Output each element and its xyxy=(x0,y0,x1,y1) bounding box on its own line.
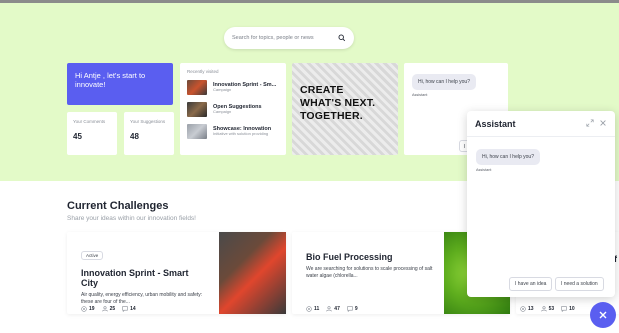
i-have-an-idea-button[interactable]: I have an idea xyxy=(509,277,553,291)
recent-item[interactable]: Open Suggestions Campaign xyxy=(187,101,279,118)
search-input[interactable] xyxy=(232,35,338,41)
members-count: 25 xyxy=(109,306,116,312)
challenge-title: Bio Fuel Processing xyxy=(306,252,393,262)
challenge-image xyxy=(219,232,286,314)
welcome-text: Hi Antje , let's start to innovate! xyxy=(75,71,146,89)
members-count: 53 xyxy=(548,306,555,312)
views-count: 13 xyxy=(528,306,534,312)
comment-icon xyxy=(561,306,567,312)
status-badge: Active xyxy=(81,251,104,260)
comments-count: 9 xyxy=(354,306,358,312)
close-icon xyxy=(598,310,608,320)
recent-thumbnail xyxy=(187,102,207,117)
recent-item[interactable]: Showcase: Innovation Initiative with sol… xyxy=(187,123,279,140)
eye-icon xyxy=(520,306,526,312)
section-subtitle: Share your ideas within our innovation f… xyxy=(67,215,196,222)
views-count: 19 xyxy=(89,306,95,312)
recently-visited-title: Recently visited xyxy=(187,69,219,74)
assistant-sender: Assistant xyxy=(476,168,492,172)
recent-thumbnail xyxy=(187,124,207,139)
expand-icon[interactable] xyxy=(586,119,594,127)
recent-item[interactable]: Innovation Sprint - Sm... Campaign xyxy=(187,79,279,96)
eye-icon xyxy=(306,306,312,312)
search-bar[interactable] xyxy=(224,27,354,49)
assistant-message: Hi, how can I help you? Assistant xyxy=(476,145,540,172)
recent-item-subtitle: Initiative with solution providing xyxy=(213,131,269,137)
create-banner: CREATE WHAT'S NEXT. TOGETHER. xyxy=(292,63,398,155)
suggestions-value: 48 xyxy=(130,131,139,141)
challenge-stats: 19 25 14 xyxy=(81,306,143,312)
comments-label: Your Comments xyxy=(73,119,106,124)
welcome-card: Hi Antje , let's start to innovate! xyxy=(67,63,173,105)
comments-count: 10 xyxy=(569,306,575,312)
comment-icon xyxy=(347,306,353,312)
comments-count: 14 xyxy=(130,306,136,312)
banner-line: CREATE xyxy=(300,84,344,96)
suggestions-label: Your Suggestions xyxy=(130,119,166,124)
banner-line: WHAT'S NEXT. xyxy=(300,97,376,109)
assistant-bubble: Hi, how can I help you? xyxy=(476,149,540,165)
challenge-description: Air quality, energy efficiency, urban mo… xyxy=(81,292,203,305)
recent-item-subtitle: Campaign xyxy=(213,109,232,115)
members-count: 47 xyxy=(334,306,340,312)
comments-value: 45 xyxy=(73,131,82,141)
i-need-a-solution-button[interactable]: I need a solution xyxy=(555,277,604,291)
comment-icon xyxy=(122,306,128,312)
views-count: 11 xyxy=(314,306,320,312)
challenge-stats: 11 47 9 xyxy=(306,306,365,312)
comments-stat-card[interactable]: Your Comments 45 xyxy=(67,112,117,155)
chat-preview-bubble: Hi, how can I help you? xyxy=(412,74,476,90)
challenge-stats: 13 53 10 xyxy=(520,306,582,312)
challenge-title: Innovation Sprint - Smart City xyxy=(81,268,189,288)
eye-icon xyxy=(81,306,87,312)
suggestions-stat-card[interactable]: Your Suggestions 48 xyxy=(124,112,174,155)
assistant-title: Assistant xyxy=(475,119,516,129)
recently-visited-card: Recently visited Innovation Sprint - Sm.… xyxy=(180,63,286,155)
challenge-description: We are searching for solutions to scale … xyxy=(306,266,433,279)
search-icon[interactable] xyxy=(338,34,346,42)
banner-line: TOGETHER. xyxy=(300,110,363,122)
recent-item-subtitle: Campaign xyxy=(213,87,232,93)
close-icon[interactable] xyxy=(599,119,607,127)
assistant-divider xyxy=(467,136,615,137)
recent-thumbnail xyxy=(187,80,207,95)
assistant-panel: Assistant Hi, how can I help you? Assist… xyxy=(467,111,615,297)
user-icon xyxy=(540,306,547,312)
challenge-card[interactable]: Active Innovation Sprint - Smart City Ai… xyxy=(67,232,286,314)
user-icon xyxy=(326,306,332,312)
user-icon xyxy=(101,306,108,312)
assistant-close-button[interactable] xyxy=(590,302,616,328)
section-title: Current Challenges xyxy=(67,200,169,212)
chat-preview-sender: Assistant xyxy=(412,93,428,97)
